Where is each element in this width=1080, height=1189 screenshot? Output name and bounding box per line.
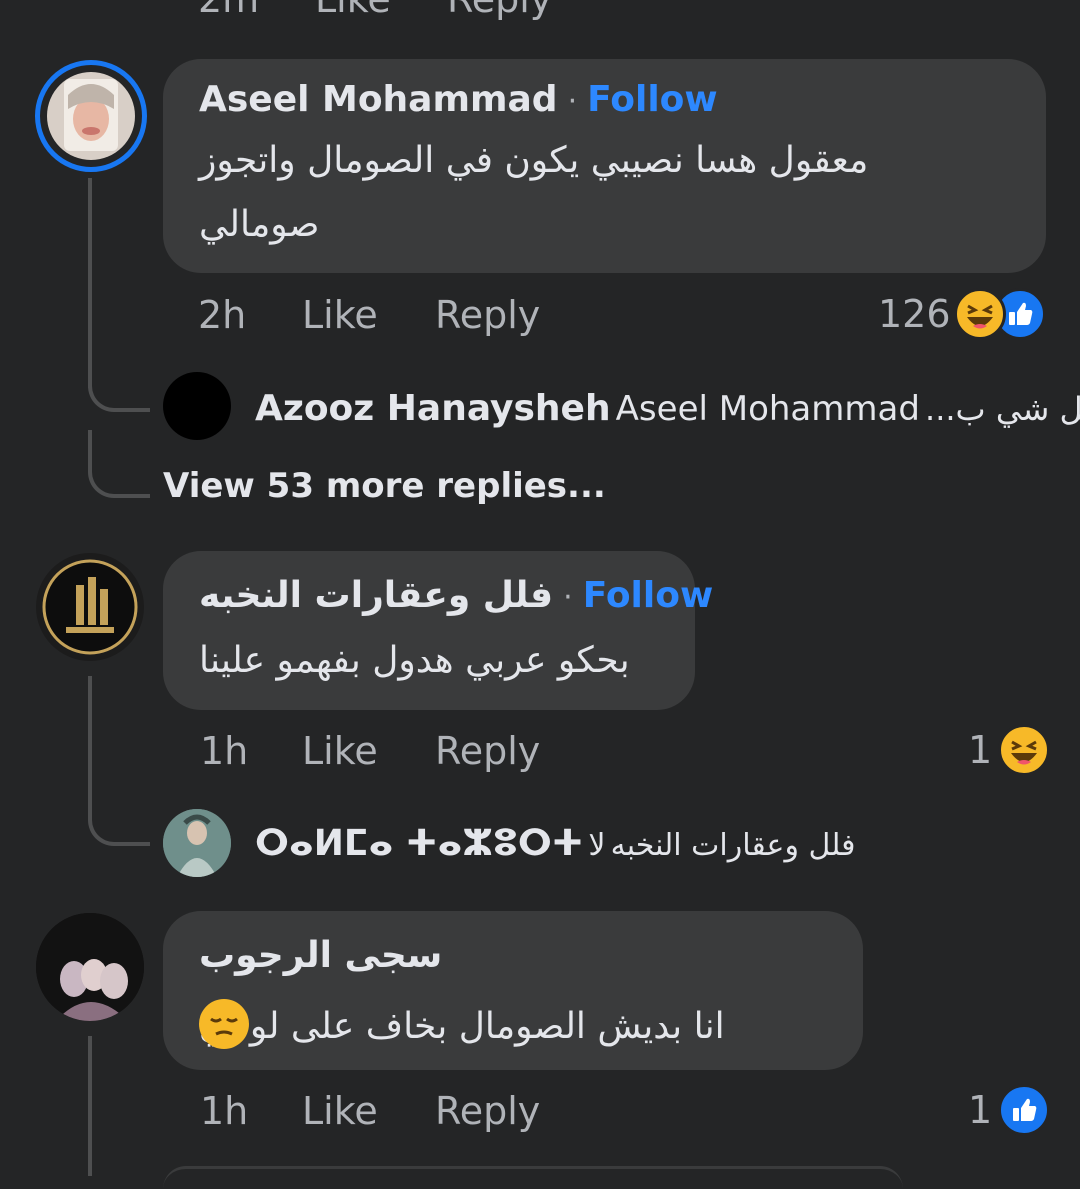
reaction-summary[interactable]: 126 (878, 288, 1048, 340)
comment-time: 2m (198, 0, 259, 18)
thread-line (88, 1036, 92, 1176)
comment-bubble[interactable]: فلل وعقارات النخبه · Follow بحكو عربي هدول… (163, 551, 713, 710)
comment-avatar[interactable] (35, 60, 147, 172)
like-button[interactable]: Like (302, 1092, 378, 1130)
reply-preview[interactable]: ⵔⴰⵍⵎⴰ ⵜⴰⵣⵓⵔⵜ لا فلل وعقارات النخبه (163, 809, 1053, 879)
reply-mention[interactable]: فلل وعقارات النخبه (611, 828, 856, 863)
comment-text: معقول هسا نصيبي يكون في الصومال واتجوز ص… (199, 129, 999, 257)
reaction-count: 1 (968, 1088, 993, 1132)
follow-button[interactable]: Follow (583, 575, 714, 616)
reply-button[interactable]: Reply (435, 1092, 540, 1130)
logo-icon (42, 559, 138, 655)
comment-text: بحكو عربي هدول بفهمو علينا (199, 640, 630, 681)
reaction-summary[interactable]: 1 (968, 724, 1050, 776)
profile-photo-icon (47, 72, 135, 160)
reaction-summary[interactable]: 1 (968, 1084, 1050, 1136)
profile-photo-icon (163, 809, 231, 877)
comment-text-line: معقول هسا نصيبي يكون في الصومال واتجوز (199, 140, 869, 181)
comment-avatar[interactable] (36, 913, 144, 1021)
like-button[interactable]: Like (302, 296, 378, 334)
comment-text-line: صومالي (199, 204, 320, 245)
comment-author[interactable]: سجى الرجوب (199, 935, 442, 976)
reply-mention[interactable]: Aseel Mohammad (616, 389, 920, 429)
like-button[interactable]: Like (302, 732, 378, 770)
view-more-replies[interactable]: View 53 more replies... (163, 466, 606, 506)
comment-time: 1h (200, 1089, 249, 1133)
reply-author[interactable]: Azooz Hanaysheh (255, 388, 611, 429)
next-reply-preview (163, 1166, 903, 1189)
comment-bubble[interactable]: سجى الرجوب انا بديش الصومال بخاف على لون… (163, 911, 863, 1070)
reply-avatar[interactable] (163, 809, 231, 877)
thread-elbow (88, 430, 150, 498)
reaction-count: 1 (968, 728, 993, 772)
haha-emoji-icon (998, 724, 1050, 776)
profile-photo-icon (36, 913, 144, 1021)
comment-time: 1h (200, 729, 249, 773)
reply-button[interactable]: Reply (447, 0, 552, 18)
comment-text: انا بديش الصومال بخاف على لونيي (199, 1006, 725, 1047)
like-thumb-icon (998, 1084, 1050, 1136)
thread-elbow (88, 770, 150, 846)
reply-button[interactable]: Reply (435, 296, 540, 334)
pensive-face-icon (199, 999, 249, 1049)
like-button[interactable]: Like (315, 0, 391, 18)
comment-author[interactable]: فلل وعقارات النخبه (199, 575, 553, 616)
follow-button[interactable]: Follow (587, 79, 718, 120)
reply-preview[interactable]: Azooz Hanaysheh Aseel Mohammad كل شي ب..… (163, 372, 1080, 442)
comment-author[interactable]: Aseel Mohammad (199, 79, 558, 120)
reply-author[interactable]: ⵔⴰⵍⵎⴰ ⵜⴰⵣⵓⵔⵜ (255, 823, 583, 864)
comment-bubble[interactable]: Aseel Mohammad · Follow معقول هسا نصيبي يك… (163, 59, 1046, 273)
haha-emoji-icon (954, 288, 1006, 340)
thread-elbow (88, 330, 150, 412)
comment-time: 2h (198, 293, 247, 337)
separator-dot: · (567, 84, 578, 119)
comment-avatar[interactable] (36, 553, 144, 661)
reply-avatar[interactable] (163, 372, 231, 440)
separator-dot: · (563, 580, 573, 615)
previous-comment-actions: 2m Like Reply (0, 0, 1080, 20)
reply-text: كل شي ب... (925, 390, 1080, 428)
reply-button[interactable]: Reply (435, 732, 540, 770)
reply-text: لا (588, 828, 606, 863)
reaction-count: 126 (878, 292, 951, 336)
